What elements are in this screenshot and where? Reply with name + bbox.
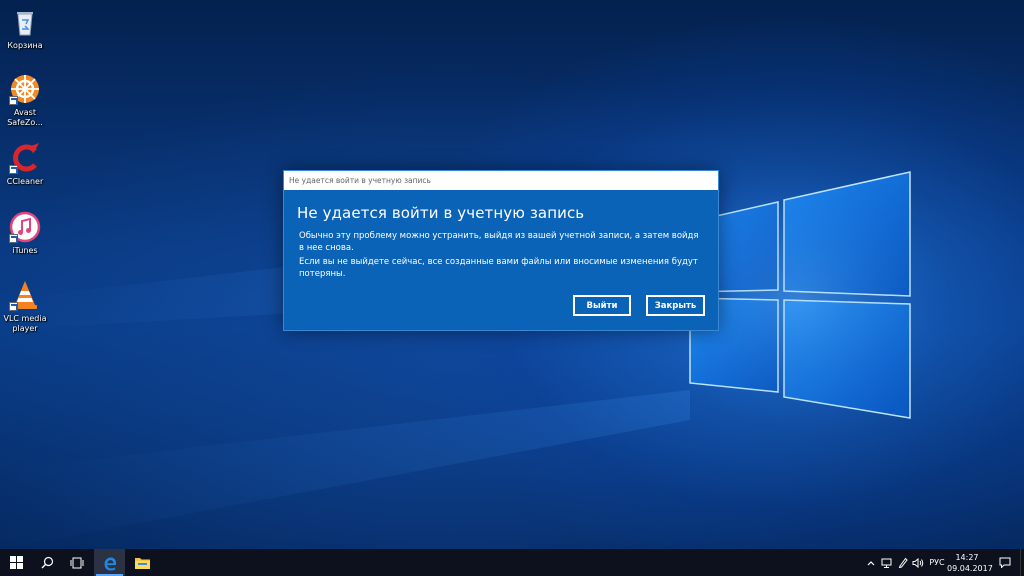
desktop-icon-label: VLC media player: [3, 314, 47, 333]
notifications-icon: [999, 557, 1011, 568]
desktop-icon-label: Корзина: [7, 41, 43, 50]
show-desktop-button[interactable]: [1020, 549, 1024, 576]
dialog-title-bar[interactable]: Не удается войти в учетную запись: [284, 171, 718, 190]
taskbar-edge-button[interactable]: [94, 549, 125, 576]
ccleaner-icon: [9, 142, 41, 174]
windows-ink-tray-button[interactable]: [895, 549, 910, 576]
itunes-icon: [9, 211, 41, 243]
volume-tray-button[interactable]: [911, 549, 925, 576]
desktop-icon-itunes[interactable]: iTunes: [2, 211, 48, 256]
desktop-icon-vlc[interactable]: VLC media player: [2, 279, 48, 334]
vlc-icon: [9, 279, 41, 311]
dialog-message-1: Обычно эту проблему можно устранить, вый…: [299, 231, 699, 253]
clock-date: 09.04.2017: [947, 564, 993, 573]
desktop-icon-label: Avast SafeZo...: [7, 108, 43, 127]
desktop[interactable]: Корзина Avast SafeZo... CCleaner iTunes …: [0, 0, 1024, 549]
desktop-icon-avast-safezone[interactable]: Avast SafeZo...: [2, 73, 48, 128]
task-view-icon: [70, 557, 84, 568]
chevron-up-icon: [867, 560, 875, 565]
desktop-icon-ccleaner[interactable]: CCleaner: [2, 142, 48, 187]
taskbar-file-explorer-button[interactable]: [126, 549, 158, 576]
sign-out-button[interactable]: Выйти: [573, 295, 631, 316]
network-tray-button[interactable]: [879, 549, 894, 576]
input-language-indicator[interactable]: РУС: [926, 549, 948, 576]
search-icon: [41, 556, 53, 569]
shortcut-arrow-icon: [9, 234, 18, 243]
windows-icon: [9, 556, 23, 569]
taskbar: РУС 14:27 09.04.2017: [0, 549, 1024, 576]
desktop-icon-label: CCleaner: [6, 177, 44, 186]
dialog-message-2: Если вы не выйдете сейчас, все созданные…: [299, 257, 698, 279]
network-icon: [881, 558, 892, 568]
avast-icon: [9, 73, 41, 105]
task-view-button[interactable]: [61, 549, 93, 576]
close-button[interactable]: Закрыть: [646, 295, 705, 316]
shortcut-arrow-icon: [9, 96, 18, 105]
dialog-title-text: Не удается войти в учетную запись: [289, 176, 431, 185]
show-hidden-icons-button[interactable]: [864, 549, 878, 576]
start-button[interactable]: [0, 549, 32, 576]
dialog-heading: Не удается войти в учетную запись: [297, 204, 585, 222]
shortcut-arrow-icon: [9, 165, 18, 174]
recycle-bin-icon: [9, 6, 41, 38]
clock-time: 14:27: [955, 553, 979, 562]
desktop-icon-recycle-bin[interactable]: Корзина: [2, 6, 48, 51]
search-button[interactable]: [31, 549, 63, 576]
sign-in-error-dialog: Не удается войти в учетную запись Не уда…: [283, 170, 719, 331]
file-explorer-icon: [134, 558, 150, 569]
edge-icon: [104, 557, 116, 570]
action-center-button[interactable]: [995, 549, 1015, 576]
desktop-icon-label: iTunes: [12, 246, 38, 255]
pen-icon: [898, 557, 908, 568]
shortcut-arrow-icon: [9, 302, 18, 311]
volume-icon: [912, 557, 924, 568]
clock[interactable]: 14:27 09.04.2017: [947, 552, 993, 574]
